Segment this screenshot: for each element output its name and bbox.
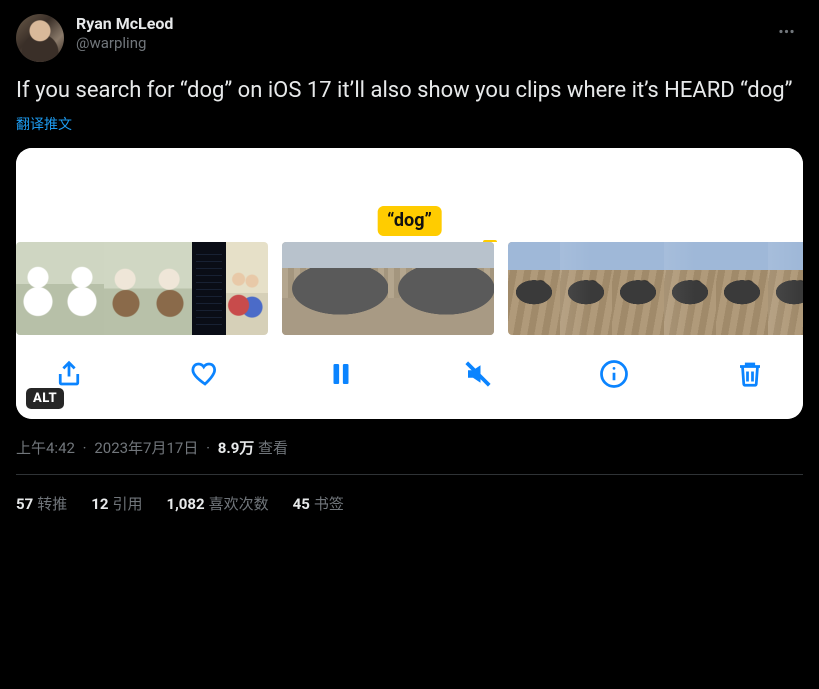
tweet-time: 上午4:42: [16, 439, 75, 457]
retweets-count: 57: [16, 495, 33, 513]
thumbnail: [664, 242, 716, 335]
trash-icon: [735, 359, 765, 389]
share-icon: [54, 359, 84, 389]
tweet-meta[interactable]: 上午4:42 · 2023年7月17日 · 8.9万 查看: [16, 437, 803, 458]
quotes-count: 12: [91, 495, 108, 513]
meta-separator: ·: [206, 439, 210, 457]
thumbnail: [612, 242, 664, 335]
media-caption-area: “dog”: [16, 148, 803, 242]
retweets-label: 转推: [37, 495, 67, 513]
thumbnail: [282, 242, 388, 335]
pause-icon: [326, 359, 356, 389]
likes-count: 1,082: [166, 495, 204, 513]
thumbnail: [192, 242, 226, 335]
view-label-text: 查看: [258, 439, 288, 457]
info-button[interactable]: [597, 357, 631, 391]
share-button[interactable]: [52, 357, 86, 391]
media-toolbar: [16, 335, 803, 419]
author-handle: @warpling: [76, 34, 173, 53]
retweets-stat[interactable]: 57转推: [16, 493, 67, 514]
bookmarks-label: 书签: [314, 495, 344, 513]
video-scrubber[interactable]: [16, 242, 803, 335]
clip-group-2: [282, 242, 494, 335]
search-term-label: “dog”: [377, 206, 442, 236]
author-avatar[interactable]: [16, 14, 64, 62]
bookmarks-stat[interactable]: 45书签: [293, 493, 344, 514]
tweet-date: 2023年7月17日: [94, 439, 198, 457]
thumbnail: [16, 242, 60, 335]
thumbnail: [560, 242, 612, 335]
delete-button[interactable]: [733, 357, 767, 391]
tweet-stats: 57转推 12引用 1,082 喜欢次数 45书签: [16, 475, 803, 514]
author-names[interactable]: Ryan McLeod @warpling: [76, 14, 173, 53]
more-icon: [777, 22, 796, 41]
thumbnail: [226, 242, 268, 335]
mute-button[interactable]: [461, 357, 495, 391]
view-count: 8.9万: [218, 439, 255, 457]
clip-group-3: [508, 242, 803, 335]
heart-icon: [190, 359, 220, 389]
thumbnail: [716, 242, 768, 335]
clip-group-1: [16, 242, 268, 335]
tweet-text: If you search for “dog” on iOS 17 it’ll …: [16, 76, 803, 106]
alt-badge[interactable]: ALT: [26, 388, 64, 409]
bookmarks-count: 45: [293, 495, 310, 513]
likes-stat[interactable]: 1,082 喜欢次数: [166, 493, 268, 514]
thumbnail: [148, 242, 192, 335]
like-button[interactable]: [188, 357, 222, 391]
thumbnail: [388, 242, 494, 335]
quotes-stat[interactable]: 12引用: [91, 493, 142, 514]
thumbnail: [104, 242, 148, 335]
likes-label: 喜欢次数: [209, 495, 269, 513]
author-display-name: Ryan McLeod: [76, 14, 173, 34]
thumbnail: [60, 242, 104, 335]
thumbnail: [508, 242, 560, 335]
thumbnail: [768, 242, 803, 335]
more-button[interactable]: [769, 14, 803, 48]
translate-link[interactable]: 翻译推文: [16, 114, 803, 134]
media-card[interactable]: “dog”: [16, 148, 803, 419]
mute-icon: [463, 359, 493, 389]
info-icon: [599, 359, 629, 389]
pause-button[interactable]: [324, 357, 358, 391]
tweet-header: Ryan McLeod @warpling: [16, 14, 803, 62]
quotes-label: 引用: [112, 495, 142, 513]
meta-separator: ·: [83, 439, 87, 457]
tweet-container: Ryan McLeod @warpling If you search for …: [0, 0, 819, 514]
